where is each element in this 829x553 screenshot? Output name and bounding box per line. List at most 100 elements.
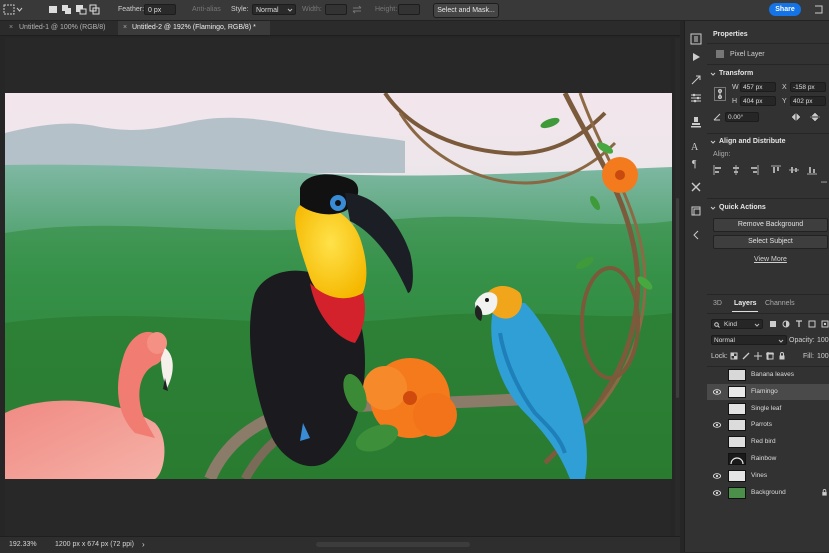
select-subject-button[interactable]: Select Subject bbox=[713, 235, 828, 249]
tab-layers[interactable]: Layers bbox=[734, 300, 757, 307]
sliders-icon[interactable] bbox=[690, 92, 702, 104]
chevron-down-icon[interactable] bbox=[16, 4, 23, 15]
tab-channels[interactable]: Channels bbox=[765, 300, 795, 307]
history-icon[interactable] bbox=[690, 33, 702, 45]
visibility-eye-icon[interactable] bbox=[713, 489, 721, 497]
flip-horizontal-icon[interactable] bbox=[791, 113, 801, 121]
layer-row[interactable]: Single leaf bbox=[707, 401, 829, 417]
add-selection-icon[interactable] bbox=[61, 4, 73, 15]
kind-filter-select[interactable]: Kind bbox=[711, 319, 763, 329]
select-and-mask-button[interactable]: Select and Mask... bbox=[433, 3, 499, 18]
style-select[interactable]: Normal bbox=[252, 4, 296, 15]
tab-close-icon[interactable]: × bbox=[9, 21, 13, 35]
lock-transparent-icon[interactable] bbox=[730, 352, 738, 360]
filter-shape-icon[interactable] bbox=[808, 320, 816, 328]
layer-name: Background bbox=[751, 488, 786, 496]
collapse-panels-icon[interactable] bbox=[690, 229, 702, 241]
anti-alias-checkbox[interactable]: Anti-alias bbox=[192, 6, 221, 13]
properties-title[interactable]: Properties bbox=[713, 31, 748, 38]
visibility-eye-icon[interactable] bbox=[713, 455, 721, 463]
link-icon[interactable] bbox=[714, 87, 726, 101]
align-right-icon[interactable] bbox=[749, 165, 759, 175]
new-selection-icon[interactable] bbox=[47, 4, 59, 15]
layer-row[interactable]: Background bbox=[707, 485, 829, 501]
fill-value[interactable]: 100 bbox=[817, 353, 829, 360]
align-left-icon[interactable] bbox=[713, 165, 723, 175]
canvas-scrollbar[interactable] bbox=[675, 38, 680, 536]
lock-all-icon[interactable] bbox=[778, 352, 786, 360]
layer-row[interactable]: Banana leaves bbox=[707, 367, 829, 383]
opacity-value[interactable]: 100 bbox=[817, 337, 829, 344]
document-canvas-image[interactable] bbox=[5, 93, 672, 479]
flip-vertical-icon[interactable] bbox=[810, 113, 820, 121]
filter-smart-object-icon[interactable] bbox=[821, 320, 829, 328]
layer-name: Banana leaves bbox=[751, 371, 795, 378]
marquee-tool-icon[interactable] bbox=[3, 4, 15, 15]
tab-untitled-1[interactable]: × Untitled-1 @ 100% (RGB/8) bbox=[0, 21, 118, 35]
remove-background-button[interactable]: Remove Background bbox=[713, 218, 828, 232]
swap-icon[interactable] bbox=[352, 4, 362, 15]
x-field[interactable]: -158 px bbox=[790, 82, 826, 92]
filter-pixel-icon[interactable] bbox=[769, 320, 777, 328]
align-distribute-title[interactable]: Align and Distribute bbox=[719, 138, 786, 145]
blend-mode-select[interactable]: Normal bbox=[711, 335, 787, 345]
visibility-eye-icon[interactable] bbox=[713, 388, 721, 396]
y-field[interactable]: 402 px bbox=[790, 96, 826, 106]
visibility-eye-icon[interactable] bbox=[713, 438, 721, 446]
layer-row[interactable]: Parrots bbox=[707, 417, 829, 433]
feather-input[interactable]: 0 px bbox=[144, 4, 176, 15]
layer-name: Single leaf bbox=[751, 404, 782, 412]
layer-row[interactable]: Vines bbox=[707, 468, 829, 484]
align-middle-icon[interactable] bbox=[789, 165, 799, 175]
share-button[interactable]: Share bbox=[769, 3, 801, 16]
layer-comps-icon[interactable] bbox=[690, 205, 702, 217]
chevron-down-icon[interactable] bbox=[710, 71, 716, 77]
character-icon[interactable]: A bbox=[690, 140, 702, 152]
tools-icon[interactable] bbox=[690, 181, 702, 193]
play-icon[interactable] bbox=[690, 51, 702, 63]
align-bottom-icon[interactable] bbox=[807, 165, 817, 175]
filter-adjustment-icon[interactable] bbox=[782, 320, 790, 328]
width-field[interactable]: 457 px bbox=[740, 82, 776, 92]
opacity-label: Opacity: bbox=[789, 337, 815, 344]
angle-field[interactable]: 0.00° bbox=[725, 112, 759, 122]
collapse-icon[interactable] bbox=[812, 4, 824, 15]
lock-pixels-icon[interactable] bbox=[742, 352, 750, 360]
chevron-down-icon bbox=[778, 339, 784, 343]
chevron-down-icon[interactable] bbox=[710, 139, 716, 145]
horizontal-scrollbar[interactable] bbox=[316, 542, 470, 547]
scrollbar-thumb[interactable] bbox=[676, 198, 679, 398]
tab-untitled-2[interactable]: × Untitled-2 @ 192% (Flamingo, RGB/8) * bbox=[118, 21, 270, 35]
lock-artboard-icon[interactable] bbox=[766, 352, 774, 360]
transform-title[interactable]: Transform bbox=[719, 70, 753, 77]
layer-row[interactable]: Red bird bbox=[707, 434, 829, 450]
align-center-icon[interactable] bbox=[731, 165, 741, 175]
stamp-icon[interactable] bbox=[690, 116, 702, 128]
layer-row[interactable]: Flamingo bbox=[707, 383, 829, 400]
zoom-level[interactable]: 192.33% bbox=[9, 541, 37, 548]
chevron-down-icon[interactable] bbox=[710, 205, 716, 211]
height-input[interactable] bbox=[398, 4, 420, 15]
visibility-eye-icon[interactable] bbox=[713, 472, 721, 480]
visibility-eye-icon[interactable] bbox=[713, 421, 721, 429]
visibility-eye-icon[interactable] bbox=[713, 405, 721, 413]
adjust-icon[interactable] bbox=[690, 74, 702, 86]
status-menu-arrow[interactable]: › bbox=[142, 540, 145, 549]
subtract-selection-icon[interactable] bbox=[75, 4, 87, 15]
layer-thumbnail bbox=[728, 436, 746, 449]
tab-3d[interactable]: 3D bbox=[713, 300, 722, 307]
height-field[interactable]: 404 px bbox=[740, 96, 776, 106]
view-more-link[interactable]: View More bbox=[754, 256, 787, 263]
align-top-icon[interactable] bbox=[771, 165, 781, 175]
visibility-eye-icon[interactable] bbox=[713, 371, 721, 379]
intersect-selection-icon[interactable] bbox=[89, 4, 101, 15]
quick-actions-title[interactable]: Quick Actions bbox=[719, 204, 766, 211]
layer-row[interactable]: Rainbow bbox=[707, 451, 829, 467]
fill-label: Fill: bbox=[803, 353, 814, 360]
lock-position-icon[interactable] bbox=[754, 352, 762, 360]
paragraph-icon[interactable]: ¶ bbox=[690, 157, 702, 169]
more-icon[interactable] bbox=[821, 179, 827, 185]
tab-close-icon[interactable]: × bbox=[123, 21, 127, 35]
filter-type-icon[interactable] bbox=[795, 320, 803, 328]
width-input[interactable] bbox=[325, 4, 347, 15]
